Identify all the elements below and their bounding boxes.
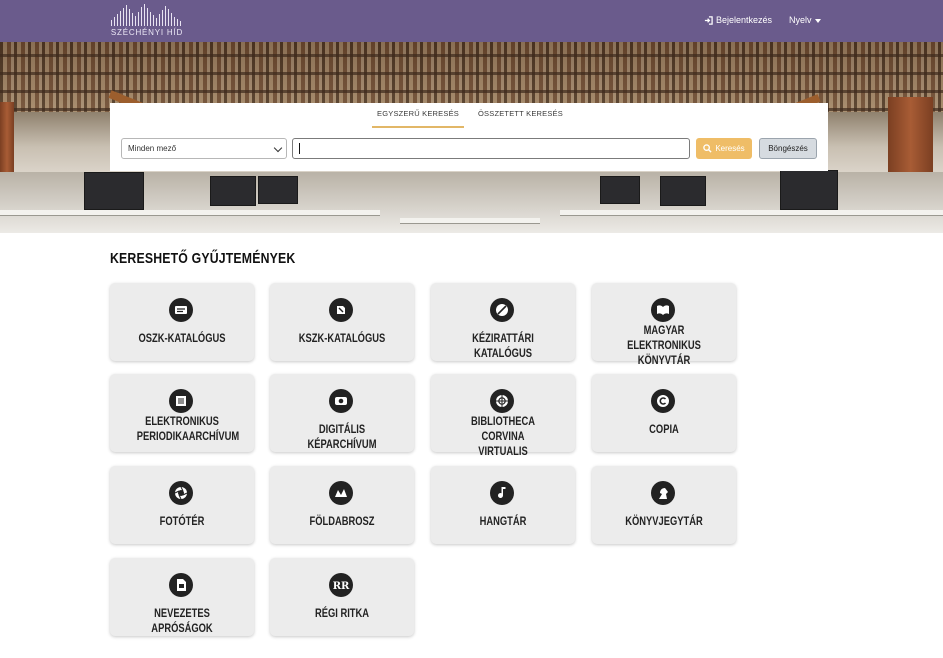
collection-card[interactable]: MAGYAR ELEKTRONIKUS KÖNYVTÁR: [592, 283, 736, 367]
tab-advanced-search[interactable]: ÖSSZETETT KERESÉS: [478, 109, 563, 118]
logo-bars-icon: [110, 4, 184, 26]
top-navigation-bar: SZÉCHÉNYI HÍD Bejelentkezés Nyelv: [0, 0, 943, 42]
copyright-icon: [651, 389, 675, 413]
collection-card-label: OSZK-KATALÓGUS: [138, 331, 226, 345]
rr-icon: RR: [329, 573, 353, 597]
collection-card-label: COPIA: [649, 422, 679, 436]
svg-text:RR: RR: [333, 581, 350, 592]
collection-card-label: ELEKTRONIKUS PERIODIKAARCHÍVUM: [136, 414, 240, 443]
map-icon: [329, 481, 353, 505]
corvina-icon: [490, 389, 514, 413]
periodical-icon: [169, 389, 193, 413]
collection-card[interactable]: OSZK-KATALÓGUS: [110, 283, 254, 361]
book-icon: [651, 298, 675, 322]
tab-simple-search[interactable]: EGYSZERŰ KERESÉS: [372, 109, 464, 128]
collection-card-label: KSZK-KATALÓGUS: [298, 331, 386, 345]
szechenyi-hid-logo[interactable]: SZÉCHÉNYI HÍD: [110, 4, 184, 38]
collection-card-label: NEVEZETES APRÓSÁGOK: [151, 606, 213, 635]
search-field-select[interactable]: Minden mező: [121, 138, 287, 159]
login-label: Bejelentkezés: [716, 15, 773, 25]
search-button-label: Keresés: [715, 144, 745, 153]
collection-card-label: HANGTÁR: [479, 514, 527, 528]
collection-card-label: KÖNYVJEGYTÁR: [625, 514, 703, 528]
collection-card-label: DIGITÁLIS KÉPARCHÍVUM: [307, 422, 377, 451]
image-archive-icon: [329, 389, 353, 413]
document-icon: [169, 573, 193, 597]
collection-card-label: RÉGI RITKA: [314, 606, 370, 620]
collection-card[interactable]: DIGITÁLIS KÉPARCHÍVUM: [270, 374, 414, 452]
logo-text: SZÉCHÉNYI HÍD: [110, 28, 184, 37]
collection-card[interactable]: KSZK-KATALÓGUS: [270, 283, 414, 361]
collection-card[interactable]: BIBLIOTHECA CORVINA VIRTUALIS: [431, 374, 575, 458]
manuscript-icon: [490, 298, 514, 322]
collection-card-label: BIBLIOTHECA CORVINA VIRTUALIS: [471, 414, 535, 458]
language-dropdown[interactable]: Nyelv: [789, 15, 821, 25]
browse-button-label: Böngészés: [768, 144, 808, 153]
collection-card[interactable]: KÉZIRATTÁRI KATALÓGUS: [431, 283, 575, 361]
music-note-icon: [490, 481, 514, 505]
search-icon: [703, 144, 712, 153]
search-button[interactable]: Keresés: [696, 138, 752, 159]
search-field-value: Minden mező: [128, 144, 177, 153]
search-input[interactable]: [292, 138, 690, 159]
knight-icon: [651, 481, 675, 505]
camera-aperture-icon: [169, 481, 193, 505]
caret-down-icon: [814, 18, 821, 23]
collection-card[interactable]: FOTÓTÉR: [110, 466, 254, 544]
sign-in-icon: [704, 15, 713, 25]
catalog-icon: [169, 298, 193, 322]
login-link[interactable]: Bejelentkezés: [704, 15, 772, 25]
collection-card-label: KÉZIRATTÁRI KATALÓGUS: [472, 331, 534, 360]
collections-title: KERESHETŐ GYŰJTEMÉNYEK: [110, 250, 296, 267]
collection-card[interactable]: COPIA: [592, 374, 736, 452]
collection-card[interactable]: RR RÉGI RITKA: [270, 558, 414, 636]
collection-card[interactable]: HANGTÁR: [431, 466, 575, 544]
collection-card-label: MAGYAR ELEKTRONIKUS KÖNYVTÁR: [627, 323, 701, 367]
collection-card[interactable]: ELEKTRONIKUS PERIODIKAARCHÍVUM: [110, 374, 254, 452]
language-label: Nyelv: [789, 15, 812, 25]
collection-card[interactable]: FÖLDABROSZ: [270, 466, 414, 544]
search-panel: EGYSZERŰ KERESÉS ÖSSZETETT KERESÉS Minde…: [110, 103, 828, 171]
text-cursor: [299, 143, 300, 154]
collection-card[interactable]: KÖNYVJEGYTÁR: [592, 466, 736, 544]
browse-button[interactable]: Böngészés: [759, 138, 817, 159]
collection-card-label: FÖLDABROSZ: [309, 514, 375, 528]
kszk-icon: [329, 298, 353, 322]
chevron-down-icon: [273, 143, 283, 153]
collection-card-label: FOTÓTÉR: [159, 514, 205, 528]
collection-card[interactable]: NEVEZETES APRÓSÁGOK: [110, 558, 254, 636]
